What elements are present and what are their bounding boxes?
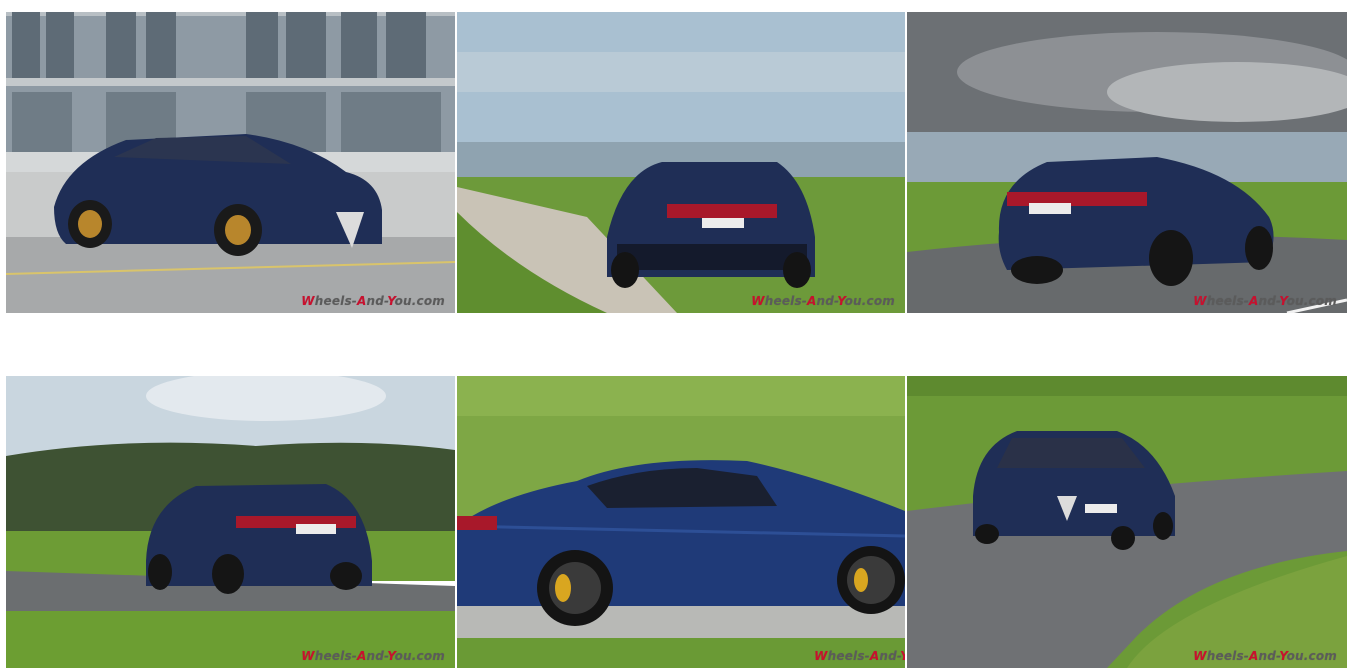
wm-ou: ou.com	[844, 294, 895, 308]
wm-heels: heels-	[314, 294, 357, 308]
photo-3-image	[907, 12, 1347, 313]
watermark-text: Wheels-And-You.com	[1193, 649, 1337, 663]
wm-y: Y	[387, 294, 395, 308]
photo-gallery: Wheels-And-You.com Wheels-And-You.com Wh…	[0, 0, 1347, 668]
watermark-text: Wheels-And-You.com	[301, 294, 445, 308]
gallery-photo-5[interactable]: Wheels-And-Y	[457, 376, 905, 668]
wm-a: A	[1249, 649, 1259, 663]
watermark-text: Wheels-And-You.com	[301, 649, 445, 663]
photo-6-image	[907, 376, 1347, 668]
wm-nd: nd-	[1258, 649, 1280, 663]
wm-w: W	[1193, 294, 1207, 308]
wm-y: Y	[387, 649, 395, 663]
wm-nd: nd-	[816, 294, 838, 308]
wm-heels: heels-	[1206, 649, 1249, 663]
photo-2-image	[457, 12, 905, 313]
watermark-text: Wheels-And-You.com	[1193, 294, 1337, 308]
wm-y: Y	[837, 294, 845, 308]
wm-a: A	[869, 649, 880, 663]
photo-5-image	[457, 376, 905, 668]
wm-heels: heels-	[764, 294, 807, 308]
wm-ou: ou.com	[1286, 294, 1337, 308]
wm-w: W	[301, 294, 315, 308]
wm-y: Y	[1279, 649, 1287, 663]
photo-1-image	[6, 12, 455, 313]
wm-heels: heels-	[314, 649, 357, 663]
wm-nd: nd-	[366, 294, 388, 308]
wm-ou: ou.com	[1286, 649, 1337, 663]
wm-w: W	[751, 294, 765, 308]
watermark-text: Wheels-And-You.com	[751, 294, 895, 308]
gallery-photo-6[interactable]: Wheels-And-You.com	[907, 376, 1347, 668]
wm-a: A	[357, 294, 367, 308]
gallery-photo-4[interactable]: Wheels-And-You.com	[6, 376, 455, 668]
wm-w: W	[1193, 649, 1207, 663]
gallery-photo-3[interactable]: Wheels-And-You.com	[907, 12, 1347, 313]
wm-w: W	[301, 649, 315, 663]
wm-ou: ou.com	[394, 649, 445, 663]
wm-w: W	[814, 649, 828, 663]
wm-nd: nd-	[1258, 294, 1280, 308]
gallery-photo-2[interactable]: Wheels-And-You.com	[457, 12, 905, 313]
wm-a: A	[357, 649, 367, 663]
wm-heels: heels-	[827, 649, 870, 663]
wm-a: A	[1249, 294, 1259, 308]
wm-ou: ou.com	[394, 294, 445, 308]
wm-y: Y	[900, 649, 905, 663]
wm-nd: nd-	[879, 649, 901, 663]
wm-a: A	[807, 294, 817, 308]
photo-4-image	[6, 376, 455, 668]
wm-y: Y	[1279, 294, 1287, 308]
gallery-photo-1[interactable]: Wheels-And-You.com	[6, 12, 455, 313]
watermark-text: Wheels-And-Y	[814, 649, 905, 663]
wm-heels: heels-	[1206, 294, 1249, 308]
wm-nd: nd-	[366, 649, 388, 663]
